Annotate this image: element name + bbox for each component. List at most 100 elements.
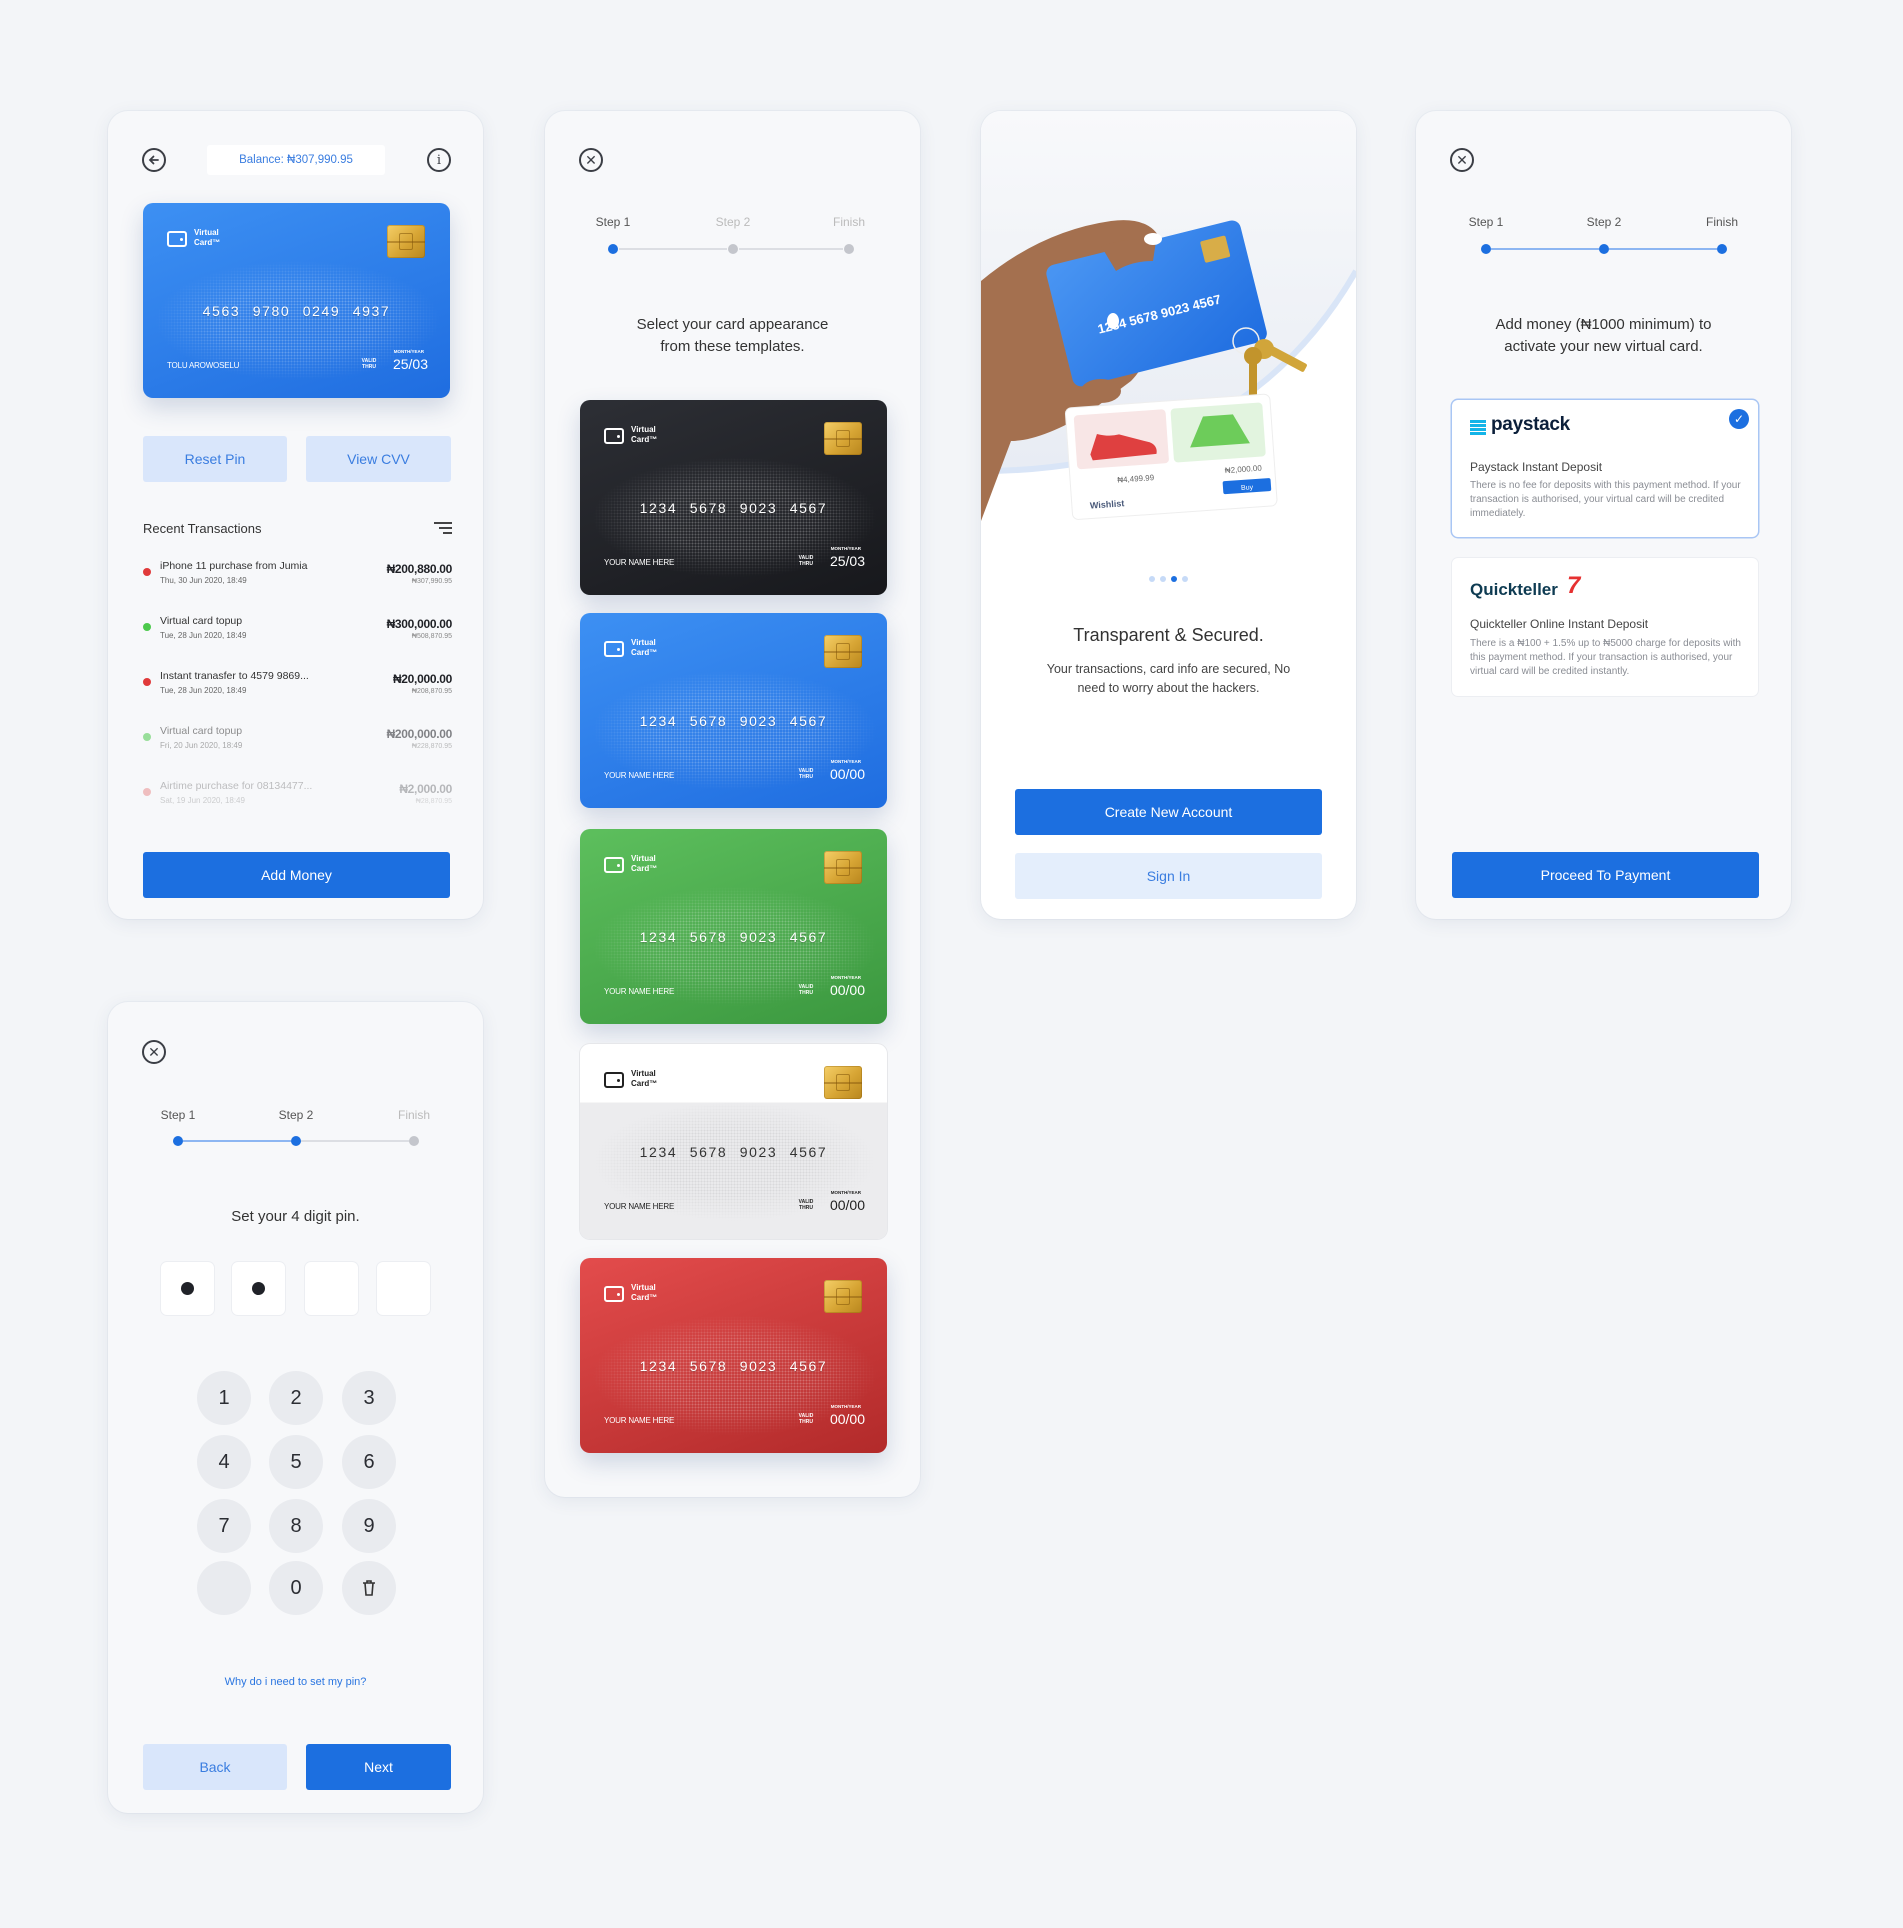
step-2-label: Step 2 [715,215,751,229]
set-pin-screen: ✕ Step 1 Step 2 Finish Set your 4 digit … [108,1002,483,1813]
transaction-row[interactable]: Airtime purchase for 08134477... Sat, 19… [108,778,483,822]
thru-label: THRU [799,1419,813,1425]
carousel-dots[interactable] [981,576,1356,582]
option-description: There is no fee for deposits with this p… [1470,480,1741,519]
back-arrow-icon[interactable] [142,148,166,172]
month-year-label: MONTH/YEAR [830,1404,861,1409]
card-expiry: 25/03 [392,356,428,372]
selected-check-icon: ✓ [1729,409,1749,429]
instruction-line-2: activate your new virtual card. [1504,338,1703,355]
card-number: 1234 5678 9023 4567 [639,929,828,945]
transaction-row[interactable]: Virtual card topup Fri, 20 Jun 2020, 18:… [108,723,483,767]
quickteller-option[interactable]: Quickteller 7 Quickteller Online Instant… [1452,558,1758,696]
pin-dot [181,1282,194,1295]
pin-title: Set your 4 digit pin. [231,1208,360,1225]
card-expiry: 00/00 [829,1197,865,1213]
instruction-line-1: Add money (₦1000 minimum) to [1495,316,1712,333]
chip-icon [824,422,862,455]
delete-icon[interactable] [342,1561,396,1615]
wallet-icon [604,641,624,657]
card-brand: Virtual Card™ [194,228,220,248]
keypad-key-9[interactable]: 9 [342,1499,396,1553]
view-cvv-button[interactable]: View CVV [306,436,451,482]
add-money-button[interactable]: Add Money [143,852,450,898]
transaction-amount: ₦200,000.00 [386,727,453,741]
card-holder: TOLU AROWOSELU [167,361,240,370]
card-template-blue[interactable]: Virtual Card™ 1234 5678 9023 4567 YOUR NA… [580,613,887,808]
carousel-dot-active[interactable] [1171,576,1177,582]
card-template-screen: ✕ Step 1 Step 2 Finish Select your card … [545,111,920,1497]
keypad-key-1[interactable]: 1 [197,1371,251,1425]
pin-digit-box[interactable] [377,1262,430,1315]
proceed-to-payment-button[interactable]: Proceed To Payment [1452,852,1759,898]
filter-icon[interactable] [434,521,452,535]
virtual-card[interactable]: Virtual Card™ 4563 9780 0249 4937 TOLU AR… [143,203,450,398]
card-expiry: 00/00 [829,766,865,782]
sign-in-button[interactable]: Sign In [1015,853,1322,899]
step-dot-2 [291,1136,301,1146]
card-template-white[interactable]: Virtual Card™ 1234 5678 9023 4567 YOUR NA… [580,1044,887,1239]
close-icon[interactable]: ✕ [1450,148,1474,172]
wallet-icon [167,231,187,247]
carousel-dot[interactable] [1149,576,1155,582]
brand-line-2: Card™ [631,1079,658,1088]
card-brand: Virtual Card™ [631,1069,657,1089]
keypad-key-8[interactable]: 8 [269,1499,323,1553]
card-brand: Virtual Card™ [631,425,657,445]
card-holder: YOUR NAME HERE [604,1416,675,1425]
option-description: There is a ₦100 + 1.5% up to ₦5000 charg… [1470,638,1741,677]
card-holder: YOUR NAME HERE [604,1202,675,1211]
brand-line-2: Card™ [631,1293,658,1302]
step-dot-1 [173,1136,183,1146]
carousel-dot[interactable] [1182,576,1188,582]
month-year-label: MONTH/YEAR [830,759,861,764]
step-line [301,1140,409,1142]
pin-digit-box[interactable] [161,1262,214,1315]
keypad-key-4[interactable]: 4 [197,1435,251,1489]
info-icon[interactable]: i [427,148,451,172]
step-1-label: Step 1 [595,215,631,229]
wallet-icon [604,1072,624,1088]
pin-digit-box[interactable] [232,1262,285,1315]
card-template-green[interactable]: Virtual Card™ 1234 5678 9023 4567 YOUR NA… [580,829,887,1024]
onboarding-title: Transparent & Secured. [1073,625,1264,645]
thru-label: THRU [362,364,376,370]
valid-thru-label: VALID THRU [797,768,815,780]
keypad-key-2[interactable]: 2 [269,1371,323,1425]
keypad-key-5[interactable]: 5 [269,1435,323,1489]
transaction-title: Airtime purchase for 08134477... [160,780,313,792]
step-dot-finish [409,1136,419,1146]
keypad-key-6[interactable]: 6 [342,1435,396,1489]
transaction-row[interactable]: Instant tranasfer to 4579 9869... Tue, 2… [108,668,483,712]
transaction-row[interactable]: iPhone 11 purchase from Jumia Thu, 30 Ju… [108,558,483,602]
carousel-dot[interactable] [1160,576,1166,582]
keypad-key-7[interactable]: 7 [197,1499,251,1553]
transaction-amount: ₦20,000.00 [392,672,452,686]
pin-digit-box[interactable] [305,1262,358,1315]
card-template-black[interactable]: Virtual Card™ 1234 5678 9023 4567 YOUR NA… [580,400,887,595]
transaction-date: Thu, 30 Jun 2020, 18:49 [160,576,247,585]
transaction-status-dot [143,788,151,796]
brand-line-1: Virtual [631,638,656,647]
finish-label: Finish [397,1108,431,1122]
card-expiry: 00/00 [829,982,865,998]
reset-pin-button[interactable]: Reset Pin [143,436,287,482]
card-template-red[interactable]: Virtual Card™ 1234 5678 9023 4567 YOUR NA… [580,1258,887,1453]
chip-icon [824,1066,862,1099]
close-icon[interactable]: ✕ [579,148,603,172]
keypad-key-0[interactable]: 0 [269,1561,323,1615]
thru-label: THRU [799,1205,813,1211]
transaction-row[interactable]: Virtual card topup Tue, 28 Jun 2020, 18:… [108,613,483,657]
wallet-icon [604,857,624,873]
brand-line-1: Virtual [631,425,656,434]
back-button[interactable]: Back [143,1744,287,1790]
keypad-key-3[interactable]: 3 [342,1371,396,1425]
transaction-amount: ₦200,880.00 [386,562,453,576]
paystack-logo-text: paystack [1491,414,1570,435]
why-pin-link[interactable]: Why do i need to set my pin? [108,1676,483,1688]
next-button[interactable]: Next [306,1744,451,1790]
brand-line-2: Card™ [194,238,221,247]
paystack-option[interactable]: paystack ✓ Paystack Instant Deposit Ther… [1452,400,1758,537]
close-icon[interactable]: ✕ [142,1040,166,1064]
create-account-button[interactable]: Create New Account [1015,789,1322,835]
